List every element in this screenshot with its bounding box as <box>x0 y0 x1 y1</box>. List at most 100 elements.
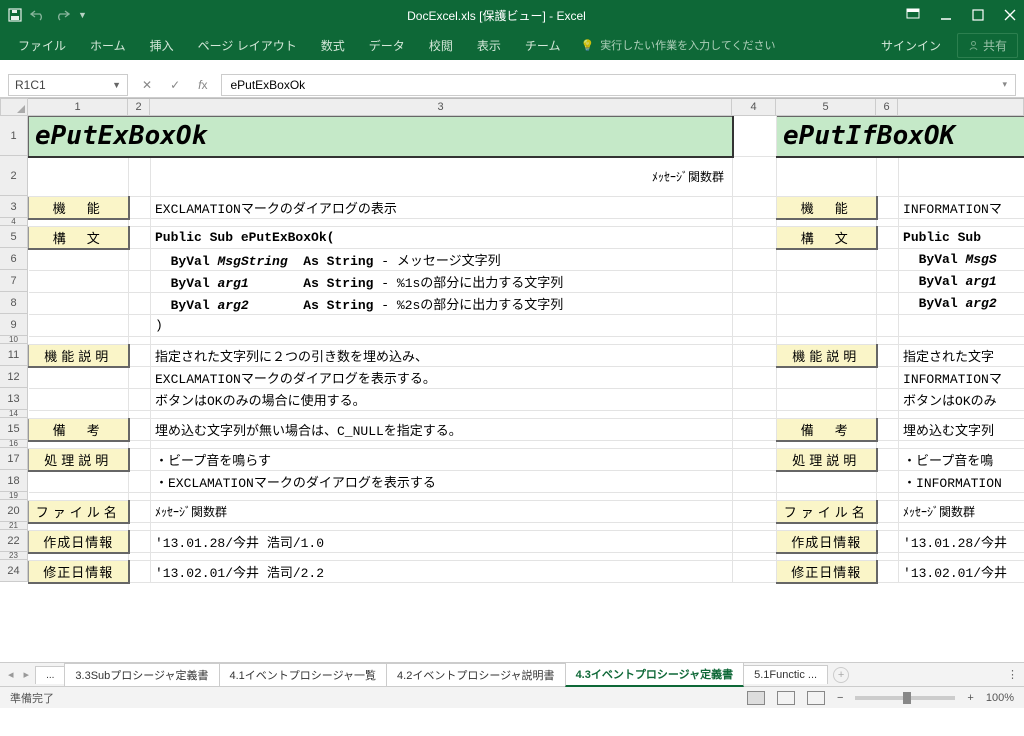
tab-insert[interactable]: 挿入 <box>138 31 186 60</box>
cell[interactable]: ﾒｯｾｰｼﾞ関数群 <box>151 157 733 197</box>
cell-label[interactable]: ファイル名 <box>777 501 877 523</box>
grid[interactable]: ePutExBoxOk ePutIfBoxOK ﾒｯｾｰｼﾞ関数群 機 能 EXC… <box>28 116 1024 662</box>
cell[interactable]: 指定された文字 <box>899 345 1024 367</box>
tab-data[interactable]: データ <box>357 31 417 60</box>
cell[interactable]: ・ビープ音を鳴らす <box>151 449 733 471</box>
formula-input[interactable]: ePutExBoxOk ▾ <box>221 74 1016 96</box>
zoom-level[interactable]: 100% <box>986 692 1014 704</box>
undo-icon[interactable] <box>30 9 46 21</box>
cell-label[interactable]: 機 能 <box>29 197 129 219</box>
cell[interactable]: ByVal MsgString As String - メッセージ文字列 <box>151 249 733 271</box>
namebox-dropdown-icon[interactable]: ▼ <box>112 80 121 90</box>
cell[interactable]: ﾒｯｾｰｼﾞ関数群 <box>151 501 733 523</box>
cell-label[interactable]: 構 文 <box>29 227 129 249</box>
cell-label[interactable]: 作成日情報 <box>777 531 877 553</box>
cell[interactable]: '13.01.28/今井 浩司/1.0 <box>151 531 733 553</box>
row-header[interactable]: 22 <box>0 530 27 552</box>
cell-label[interactable]: 処理説明 <box>777 449 877 471</box>
zoom-slider[interactable] <box>855 696 955 700</box>
sheet-tab[interactable]: 4.1イベントプロシージャ一覧 <box>219 663 388 686</box>
col-header[interactable]: 2 <box>128 99 150 115</box>
cell-label[interactable]: 作成日情報 <box>29 531 129 553</box>
tab-review[interactable]: 校閲 <box>417 31 465 60</box>
tab-home[interactable]: ホーム <box>78 31 138 60</box>
cell-label[interactable]: 備 考 <box>777 419 877 441</box>
view-normal-icon[interactable] <box>747 691 765 705</box>
row-header[interactable]: 17 <box>0 448 27 470</box>
cell[interactable]: Public Sub <box>899 227 1024 249</box>
cell[interactable]: 埋め込む文字列が無い場合は、C_NULLを指定する。 <box>151 419 733 441</box>
col-header[interactable]: 6 <box>876 99 898 115</box>
sheet-nav-first-icon[interactable]: ◂ <box>6 668 16 681</box>
row-header[interactable]: 9 <box>0 314 27 336</box>
cell[interactable]: EXCLAMATIONマークのダイアログを表示する。 <box>151 367 733 389</box>
tab-formulas[interactable]: 数式 <box>309 31 357 60</box>
select-all-button[interactable] <box>0 98 28 116</box>
row-header[interactable]: 10 <box>0 336 27 344</box>
new-sheet-button[interactable]: + <box>833 667 849 683</box>
fx-icon[interactable]: fx <box>194 76 211 94</box>
sheet-tab[interactable]: 4.2イベントプロシージャ説明書 <box>386 663 566 686</box>
sheet-nav-next-icon[interactable]: ▸ <box>22 668 32 681</box>
row-header[interactable]: 5 <box>0 226 27 248</box>
name-box[interactable]: R1C1 ▼ <box>8 74 128 96</box>
cell-title-right[interactable]: ePutIfBoxOK <box>777 117 1024 157</box>
cell-label[interactable]: 処理説明 <box>29 449 129 471</box>
zoom-out-button[interactable]: − <box>837 692 843 704</box>
row-header[interactable]: 8 <box>0 292 27 314</box>
view-pagelayout-icon[interactable] <box>777 691 795 705</box>
enter-icon[interactable]: ✓ <box>166 76 184 94</box>
minimize-icon[interactable] <box>940 9 952 21</box>
tellme-search[interactable]: 💡 実行したい作業を入力してください <box>580 37 775 53</box>
row-header[interactable]: 11 <box>0 344 27 366</box>
row-header[interactable]: 3 <box>0 196 27 218</box>
signin-link[interactable]: サインイン <box>881 37 941 54</box>
col-header[interactable] <box>898 99 1024 115</box>
row-header[interactable]: 19 <box>0 492 27 500</box>
row-header[interactable]: 18 <box>0 470 27 492</box>
cell[interactable]: ・EXCLAMATIONマークのダイアログを表示する <box>151 471 733 493</box>
zoom-in-button[interactable]: + <box>967 692 973 704</box>
cell-label[interactable]: 機 能 <box>777 197 877 219</box>
cell-label[interactable]: ファイル名 <box>29 501 129 523</box>
cell[interactable]: ByVal MsgS <box>899 249 1024 271</box>
cell[interactable]: ) <box>151 315 733 337</box>
cell[interactable]: '13.02.01/今井 浩司/2.2 <box>151 561 733 583</box>
cell-label[interactable]: 機能説明 <box>29 345 129 367</box>
row-header[interactable]: 24 <box>0 560 27 582</box>
row-header[interactable]: 6 <box>0 248 27 270</box>
row-header[interactable]: 4 <box>0 218 27 226</box>
row-header[interactable]: 13 <box>0 388 27 410</box>
cell[interactable]: EXCLAMATIONマークのダイアログの表示 <box>151 197 733 219</box>
cell[interactable]: ByVal arg2 As String - %2sの部分に出力する文字列 <box>151 293 733 315</box>
col-header[interactable]: 4 <box>732 99 776 115</box>
row-header[interactable]: 16 <box>0 440 27 448</box>
cell[interactable]: ByVal arg1 <box>899 271 1024 293</box>
row-header[interactable]: 15 <box>0 418 27 440</box>
row-header[interactable]: 1 <box>0 116 27 156</box>
cell[interactable]: INFORMATIONマ <box>899 197 1024 219</box>
cell[interactable]: ﾒｯｾｰｼﾞ関数群 <box>899 501 1024 523</box>
tab-team[interactable]: チーム <box>513 31 573 60</box>
close-icon[interactable] <box>1004 9 1016 21</box>
ribbon-options-icon[interactable] <box>906 8 920 22</box>
cell[interactable]: ・ビープ音を鳴 <box>899 449 1024 471</box>
cell-title-left[interactable]: ePutExBoxOk <box>29 117 733 157</box>
cell[interactable]: '13.02.01/今井 <box>899 561 1024 583</box>
cell-label[interactable]: 備 考 <box>29 419 129 441</box>
sheet-tab[interactable]: 5.1Functic ... <box>743 665 828 684</box>
cell[interactable]: ボタンはOKのみ <box>899 389 1024 411</box>
cell[interactable]: INFORMATIONマ <box>899 367 1024 389</box>
sheet-tab[interactable]: 3.3Subプロシージャ定義書 <box>64 663 219 686</box>
col-header[interactable]: 5 <box>776 99 876 115</box>
cell[interactable]: ByVal arg1 As String - %1sの部分に出力する文字列 <box>151 271 733 293</box>
cell[interactable]: 埋め込む文字列 <box>899 419 1024 441</box>
cell[interactable]: ByVal arg2 <box>899 293 1024 315</box>
cell[interactable]: ボタンはOKのみの場合に使用する。 <box>151 389 733 411</box>
qat-dropdown-icon[interactable]: ▼ <box>78 10 87 20</box>
cell-label[interactable]: 修正日情報 <box>777 561 877 583</box>
cell[interactable]: 指定された文字列に２つの引き数を埋め込み、 <box>151 345 733 367</box>
cell[interactable]: Public Sub ePutExBoxOk( <box>151 227 733 249</box>
tab-file[interactable]: ファイル <box>6 31 78 60</box>
row-header[interactable]: 12 <box>0 366 27 388</box>
